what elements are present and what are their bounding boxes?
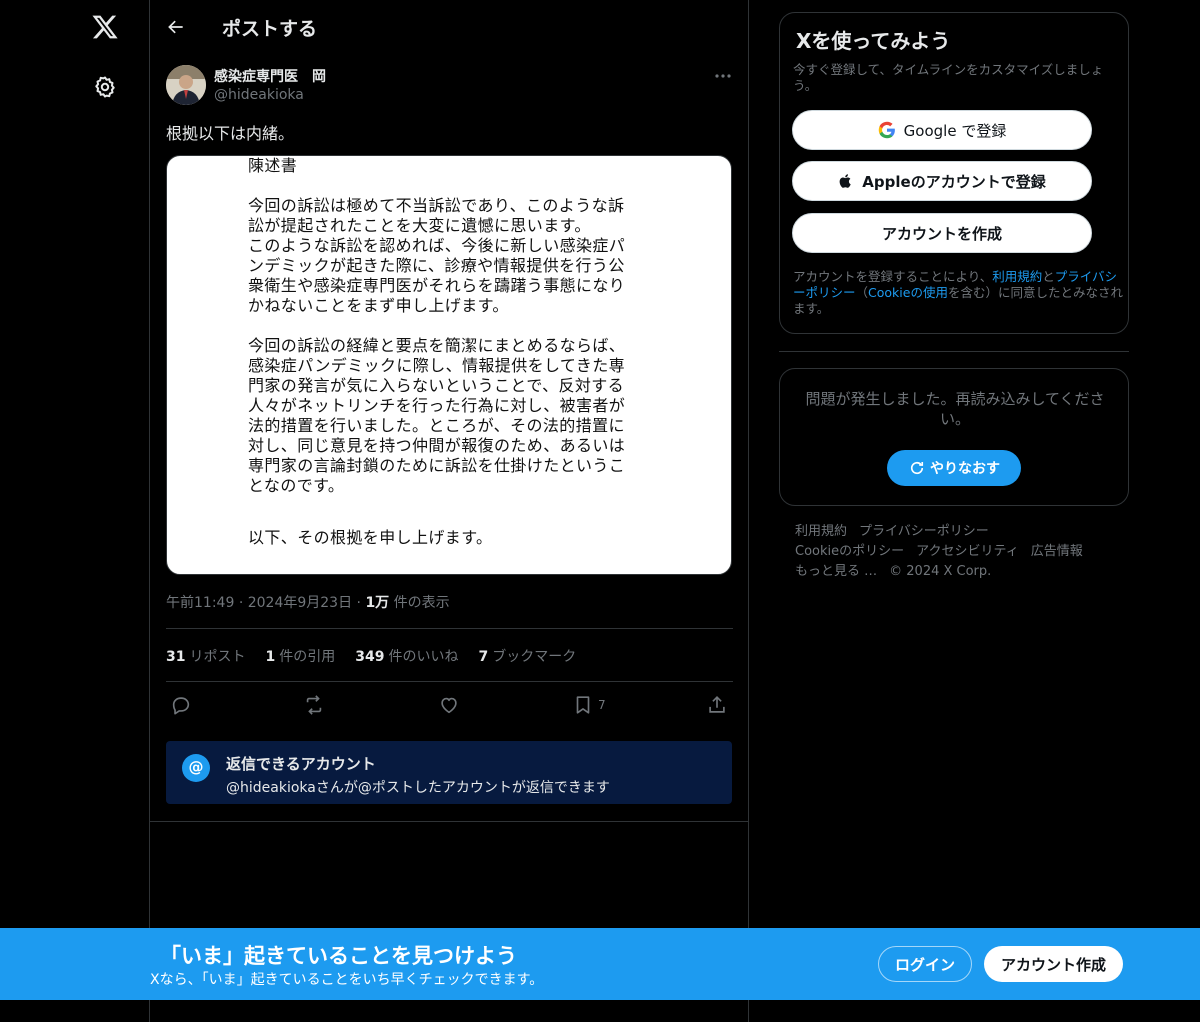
signup-button[interactable]: アカウント作成 — [984, 946, 1123, 982]
signup-subtitle: 今すぐ登録して、タイムラインをカスタマイズしましょう。 — [793, 62, 1104, 93]
footer-link[interactable]: 広告情報 — [1031, 544, 1083, 559]
footer-link[interactable]: アクセシビリティ — [916, 544, 1019, 559]
apple-icon — [839, 174, 851, 188]
main-column: ポストする 感染症専門医 岡 @hideakioka 根拠以下は内緒。 陳述書 … — [150, 0, 749, 1022]
doc-line: このような訴訟を認めれば、今後に新しい感染症パ — [248, 236, 626, 255]
signup-terms: アカウントを登録することにより、利用規約とプライバシーポリシー（Cookieの使… — [793, 269, 1123, 316]
header: ポストする — [150, 0, 748, 54]
reply-restriction-title: 返信できるアカウント — [226, 755, 376, 773]
doc-line: 門家の発言が気に入らないということで、反対する — [248, 376, 625, 395]
footer-link[interactable]: 利用規約 — [795, 524, 847, 539]
doc-heading: 陳述書 — [248, 156, 298, 175]
post-text: 根拠以下は内緒。 — [166, 124, 295, 143]
avatar[interactable] — [166, 65, 206, 105]
google-icon — [878, 121, 895, 139]
error-card: 問題が発生しました。再読み込みしてください。 やりなおす — [779, 368, 1129, 506]
doc-line: 感染症パンデミックに際し、情報提供をしてきた専 — [248, 356, 626, 375]
footer-link[interactable]: Cookieのポリシー — [795, 544, 904, 559]
reply-restriction-subtitle: @hideakiokaさんが@ポストしたアカウントが返信できます — [226, 780, 610, 796]
share-icon[interactable] — [706, 694, 728, 716]
post-image[interactable]: 陳述書 今回の訴訟は極めて不当訴訟であり、このような訴 訟が提起されたことを大変… — [166, 155, 732, 575]
gear-icon[interactable] — [93, 75, 117, 99]
bookmark-count: 7 — [598, 698, 606, 712]
footer-link[interactable]: プライバシーポリシー — [859, 524, 989, 539]
retry-label: やりなおす — [930, 461, 1000, 477]
banner-title: 「いま」起きていることを見つけよう — [160, 944, 517, 968]
x-logo-icon[interactable] — [90, 13, 120, 41]
reply-icon[interactable] — [170, 694, 192, 716]
doc-line: 専門家の言論封鎖のために訴訟を仕掛けたというこ — [248, 456, 626, 475]
divider — [166, 681, 733, 682]
doc-line: 衆衛生や感染症専門医がそれらを躊躇う事態になり — [248, 276, 626, 295]
post-stats: 31 リポスト 1 件の引用 349 件のいいね 7 ブックマーク — [166, 646, 576, 666]
author-name[interactable]: 感染症専門医 岡 — [214, 66, 326, 86]
doc-line: 以下、その根拠を申し上げます。 — [248, 528, 493, 547]
post-date[interactable]: 2024年9月23日 — [248, 595, 352, 611]
more-icon[interactable] — [713, 69, 733, 83]
cookie-link[interactable]: Cookieの使用 — [868, 285, 948, 300]
at-icon: @ — [182, 754, 210, 782]
post-time[interactable]: 午前11:49 — [166, 595, 234, 611]
divider — [150, 821, 749, 822]
banner-subtitle: Xなら、「いま」起きていることをいち早くチェックできます。 — [150, 972, 544, 988]
doc-line: 対し、同じ意見を持つ仲間が報復のため、あるいは — [248, 436, 626, 455]
login-banner: 「いま」起きていることを見つけよう Xなら、「いま」起きていることをいち早くチェ… — [0, 928, 1200, 1000]
footer-links: 利用規約 プライバシーポリシー Cookieのポリシー アクセシビリティ 広告情報 も… — [795, 522, 1125, 582]
doc-line: かねないことをまず申し上げます。 — [248, 296, 509, 315]
apple-signup-label: Appleのアカウントで登録 — [862, 172, 1046, 191]
doc-line: 訟が提起されたことを大変に遺憾に思います。 — [248, 216, 591, 235]
repost-icon[interactable] — [303, 694, 325, 716]
like-icon[interactable] — [438, 694, 460, 716]
left-nav — [0, 0, 150, 1022]
doc-line: ンデミックが起きた際に、診療や情報提供を行う公 — [248, 256, 625, 275]
copyright: © 2024 X Corp. — [889, 564, 992, 579]
divider — [779, 351, 1129, 352]
image-document-text: 陳述書 今回の訴訟は極めて不当訴訟であり、このような訴 訟が提起されたことを大変… — [248, 156, 658, 548]
doc-line: 今回の訴訟の経緯と要点を簡潔にまとめるならば、 — [248, 336, 626, 355]
google-signup-button[interactable]: Google で登録 — [792, 110, 1092, 150]
refresh-icon — [910, 461, 924, 475]
doc-line: 今回の訴訟は極めて不当訴訟であり、このような訴 — [248, 196, 625, 215]
page-title: ポストする — [222, 17, 318, 40]
doc-line: 人々がネットリンチを行った行為に対し、被害者が — [248, 396, 626, 415]
create-account-label: アカウントを作成 — [881, 224, 1002, 243]
login-button[interactable]: ログイン — [878, 946, 972, 982]
signup-card: Xを使ってみよう 今すぐ登録して、タイムラインをカスタマイズしましょう。 Goo… — [779, 12, 1129, 334]
bookmark-icon[interactable] — [572, 694, 594, 716]
apple-signup-button[interactable]: Appleのアカウントで登録 — [792, 161, 1092, 201]
doc-line: 法的措置を行いました。ところが、その法的措置に — [248, 416, 625, 435]
reply-restriction-notice: @ 返信できるアカウント @hideakiokaさんが@ポストしたアカウントが返… — [166, 741, 732, 804]
views-label: 件の表示 — [393, 595, 450, 611]
signup-title: Xを使ってみよう — [796, 29, 951, 53]
footer-more-link[interactable]: もっと見る … — [795, 564, 877, 579]
back-arrow-icon[interactable] — [166, 17, 186, 37]
post-author: 感染症専門医 岡 @hideakioka — [166, 64, 733, 108]
likes-stat[interactable]: 349 件のいいね — [355, 646, 458, 666]
post-actions: 7 — [166, 692, 733, 718]
views-count: 1万 — [365, 595, 390, 611]
error-message: 問題が発生しました。再読み込みしてください。 — [805, 390, 1105, 428]
divider — [166, 628, 733, 629]
reposts-stat[interactable]: 31 リポスト — [166, 646, 245, 666]
doc-line: となのです。 — [248, 476, 345, 495]
retry-button[interactable]: やりなおす — [887, 450, 1021, 486]
create-account-button[interactable]: アカウントを作成 — [792, 213, 1092, 253]
quotes-stat[interactable]: 1 件の引用 — [265, 646, 335, 666]
bookmarks-stat[interactable]: 7 ブックマーク — [478, 646, 576, 666]
post-meta: 午前11:49 · 2024年9月23日 · 1万 件の表示 — [166, 595, 450, 611]
google-signup-label: Google で登録 — [903, 121, 1007, 140]
author-handle[interactable]: @hideakioka — [214, 87, 304, 103]
terms-link[interactable]: 利用規約 — [992, 269, 1042, 284]
